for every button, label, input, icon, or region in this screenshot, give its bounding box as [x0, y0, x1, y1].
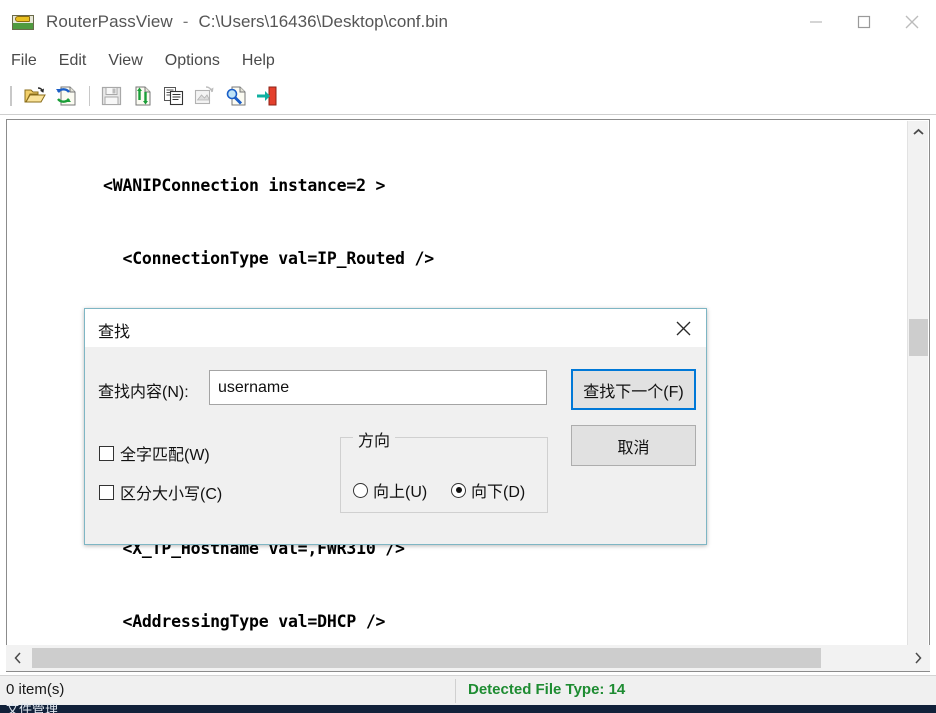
menu-item-file[interactable]: File — [11, 50, 48, 72]
direction-group-legend: 方向 — [353, 427, 396, 451]
menu-bar: File Edit View Options Help — [0, 44, 936, 78]
checkbox-box — [99, 445, 114, 461]
direction-down-radio[interactable]: 向下(D) — [451, 478, 525, 502]
routerpassview-window: RouterPassView - C:\Users\16436\Desktop\… — [0, 0, 936, 713]
find-dialog: 查找 查找内容(N): username 查找下一个(F) 取消 全字匹配(W)… — [84, 308, 707, 545]
direction-up-label: 向上(U) — [373, 484, 428, 501]
save-icon — [97, 83, 126, 109]
detected-file-type-status: Detected File Type: 14 — [468, 681, 626, 698]
horizontal-scrollbar-track[interactable] — [30, 645, 906, 671]
vertical-scrollbar-thumb[interactable] — [909, 319, 928, 356]
code-line: <WANIPConnection instance=2 > — [103, 176, 386, 196]
window-controls — [792, 0, 936, 44]
title-bar: RouterPassView - C:\Users\16436\Desktop\… — [0, 0, 936, 44]
close-icon[interactable] — [888, 0, 936, 44]
taskbar-strip: 文件管理 — [0, 702, 936, 713]
search-input[interactable]: username — [209, 370, 547, 405]
refresh-icon[interactable] — [128, 83, 157, 109]
direction-up-radio[interactable]: 向上(U) — [353, 478, 427, 502]
direction-group: 方向 向上(U) 向下(D) — [340, 427, 548, 513]
menu-item-options[interactable]: Options — [165, 50, 231, 72]
status-divider — [455, 679, 456, 703]
router-key-icon — [12, 12, 34, 32]
find-next-button[interactable]: 查找下一个(F) — [571, 369, 696, 410]
match-whole-word-label: 全字匹配(W) — [120, 447, 210, 464]
find-what-label: 查找内容(N): — [98, 384, 189, 401]
find-dialog-title: 查找 — [98, 324, 131, 341]
chevron-left-icon[interactable] — [6, 645, 30, 671]
copy-icon[interactable] — [159, 83, 188, 109]
app-name: RouterPassView — [46, 12, 173, 31]
menu-item-edit[interactable]: Edit — [59, 50, 98, 72]
menu-item-view[interactable]: View — [108, 50, 153, 72]
close-icon[interactable] — [660, 309, 706, 347]
reload-file-icon[interactable] — [51, 83, 80, 109]
exit-icon[interactable] — [252, 83, 281, 109]
maximize-icon[interactable] — [840, 0, 888, 44]
horizontal-scrollbar[interactable] — [6, 645, 930, 671]
toolbar — [0, 78, 936, 115]
toolbar-separator-1 — [89, 86, 90, 106]
cancel-button[interactable]: 取消 — [571, 425, 696, 466]
radio-ring — [353, 482, 368, 498]
direction-down-label: 向下(D) — [471, 484, 526, 501]
properties-icon — [190, 83, 219, 109]
open-file-icon[interactable] — [20, 83, 49, 109]
chevron-up-icon[interactable] — [908, 121, 929, 142]
toolbar-grip — [10, 86, 12, 106]
match-whole-word-checkbox[interactable]: 全字匹配(W) — [99, 441, 210, 465]
item-count-status: 0 item(s) — [6, 681, 65, 698]
match-case-checkbox[interactable]: 区分大小写(C) — [99, 480, 222, 504]
title-separator: - — [182, 12, 189, 31]
horizontal-scrollbar-thumb[interactable] — [32, 648, 821, 668]
status-bar: 0 item(s) Detected File Type: 14 — [0, 675, 936, 705]
menu-item-help[interactable]: Help — [242, 50, 286, 72]
find-icon[interactable] — [221, 83, 250, 109]
find-dialog-body: 查找内容(N): username 查找下一个(F) 取消 全字匹配(W) 区分… — [85, 347, 706, 546]
match-case-label: 区分大小写(C) — [120, 486, 223, 503]
minimize-icon[interactable] — [792, 0, 840, 44]
file-path: C:\Users\16436\Desktop\conf.bin — [198, 12, 448, 31]
vertical-scrollbar[interactable] — [907, 121, 929, 671]
find-dialog-title-bar: 查找 — [85, 309, 706, 347]
search-input-value: username — [218, 379, 290, 396]
taskbar-label: 文件管理 — [6, 702, 59, 713]
checkbox-box — [99, 484, 114, 500]
code-line: <ConnectionType val=IP_Routed /> — [122, 249, 434, 269]
chevron-right-icon[interactable] — [906, 645, 930, 671]
code-line: <AddressingType val=DHCP /> — [122, 612, 386, 632]
radio-ring — [451, 482, 466, 498]
